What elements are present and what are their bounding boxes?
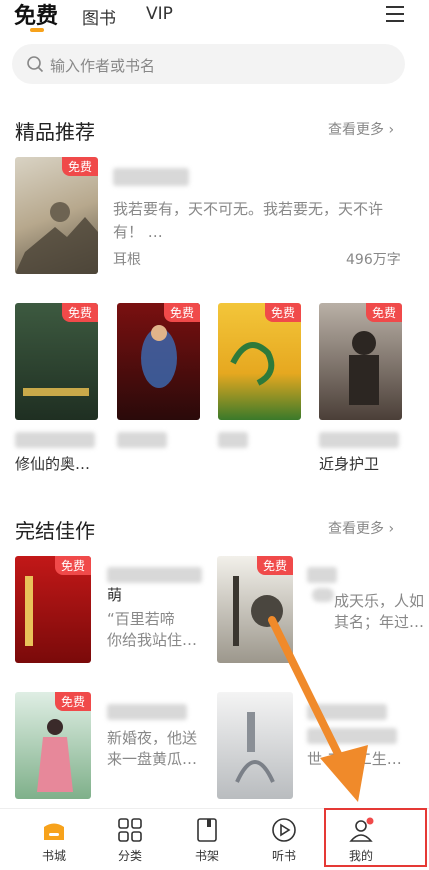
- nav-category-label: 分类: [117, 849, 142, 863]
- nav-shelf[interactable]: 书架: [177, 815, 237, 867]
- nav-listen-label: 听书: [271, 849, 296, 863]
- play-circle-icon: [272, 818, 296, 842]
- category-grid-icon: [118, 818, 142, 842]
- nav-shelf-label: 书架: [194, 849, 219, 863]
- highlight-box: [324, 808, 427, 867]
- annotation-arrow: [268, 616, 368, 802]
- nav-listen[interactable]: 听书: [254, 815, 314, 867]
- nav-bookstore[interactable]: 书城: [24, 815, 84, 867]
- nav-category[interactable]: 分类: [100, 815, 160, 867]
- app-screen: 免费 图书 VIP 输入作者或书名 精品推荐 查看更多 › 免费 我若要有，天不…: [0, 0, 429, 870]
- nav-bookstore-label: 书城: [41, 849, 66, 863]
- bookshelf-icon: [197, 818, 217, 842]
- bookstore-icon: [44, 823, 64, 840]
